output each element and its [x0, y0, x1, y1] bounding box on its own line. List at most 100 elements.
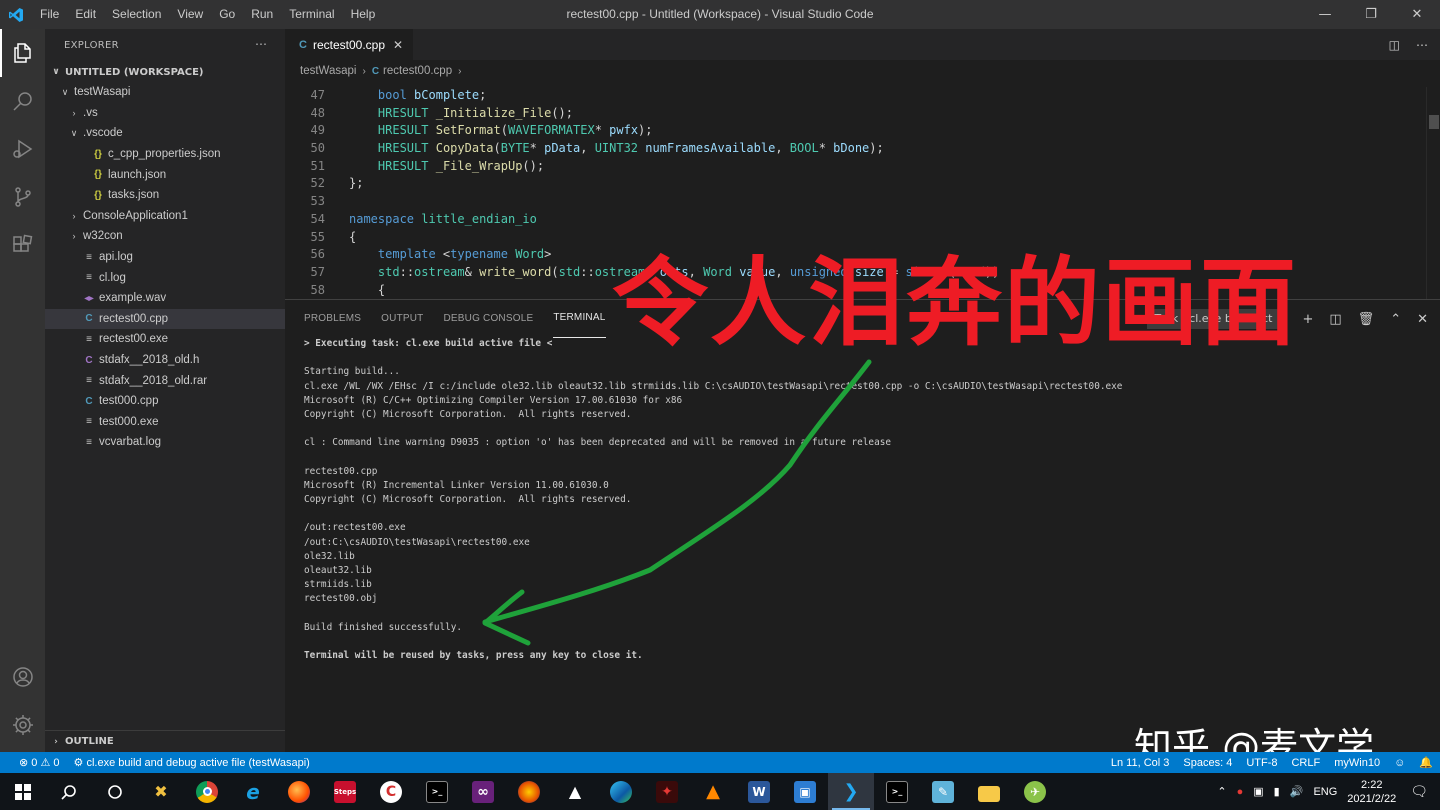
tab-rectest00-cpp[interactable]: C rectest00.cpp ✕	[285, 29, 414, 60]
remote-desktop-icon[interactable]: ▣	[782, 773, 828, 810]
tree-item[interactable]: › .vs	[45, 103, 285, 124]
cursor-position[interactable]: Ln 11, Col 3	[1104, 757, 1177, 769]
tree-item[interactable]: {} launch.json	[45, 164, 285, 185]
tree-item[interactable]: › w32con	[45, 226, 285, 247]
split-terminal-icon[interactable]: ◫	[1329, 312, 1341, 327]
tree-item[interactable]: {} c_cpp_properties.json	[45, 144, 285, 165]
terminal-taskbar-icon[interactable]: >_	[874, 773, 920, 810]
start-button[interactable]	[0, 773, 46, 810]
platform[interactable]: myWin10	[1327, 757, 1387, 769]
restore-button[interactable]: ❐	[1348, 0, 1394, 29]
encoding[interactable]: UTF-8	[1239, 757, 1284, 769]
action-center-icon[interactable]: 🗨	[1410, 783, 1428, 800]
tree-item[interactable]: ◀▶ example.wav	[45, 288, 285, 309]
clock[interactable]: 2:22 2021/2/22	[1347, 778, 1396, 806]
tree-item[interactable]: Cstdafx__2018_old.h	[45, 350, 285, 371]
tree-item[interactable]: ≡ rectest00.exe	[45, 329, 285, 350]
menu-help[interactable]: Help	[343, 0, 384, 29]
app-red-circle-icon[interactable]: C	[368, 773, 414, 810]
notifications-icon[interactable]: 🔔	[1412, 756, 1440, 769]
settings-gear-icon[interactable]	[0, 701, 45, 749]
scrollbar-thumb[interactable]	[1429, 115, 1439, 129]
split-editor-icon[interactable]: ◫	[1389, 38, 1400, 52]
maximize-panel-icon[interactable]: ⌃	[1390, 312, 1401, 327]
menu-go[interactable]: Go	[211, 0, 243, 29]
app-orange-icon[interactable]	[506, 773, 552, 810]
terminal-output[interactable]: > Executing task: cl.exe build active fi…	[304, 337, 1122, 663]
tree-item[interactable]: ≡ vcvarbat.log	[45, 432, 285, 453]
command-prompt-icon[interactable]: >_	[414, 773, 460, 810]
minimize-button[interactable]: —	[1302, 0, 1348, 29]
trash-icon[interactable]: 🗑	[1358, 312, 1375, 327]
source-control-icon[interactable]	[0, 173, 45, 221]
breadcrumb-file[interactable]: rectest00.cpp	[383, 65, 452, 77]
snipping-tool-icon[interactable]: ✖	[138, 773, 184, 810]
taskbar-search-icon[interactable]	[46, 773, 92, 810]
input-language[interactable]: ENG	[1313, 786, 1337, 798]
battery-icon[interactable]: ▮	[1274, 785, 1280, 798]
more-actions-icon[interactable]: ⋯	[255, 37, 267, 51]
menu-terminal[interactable]: Terminal	[281, 0, 342, 29]
tab-output[interactable]: OUTPUT	[381, 300, 423, 338]
volume-icon[interactable]: 🔊	[1290, 785, 1304, 798]
tree-item[interactable]: ≡ test000.exe	[45, 412, 285, 433]
feedback-icon[interactable]: ☺	[1387, 757, 1412, 769]
tree-item[interactable]: Ctest000.cpp	[45, 391, 285, 412]
menu-edit[interactable]: Edit	[67, 0, 104, 29]
extensions-icon[interactable]	[0, 221, 45, 269]
internet-explorer-icon[interactable]: e	[230, 773, 276, 810]
show-hidden-icons[interactable]: ⌃	[1217, 785, 1226, 798]
add-terminal-icon[interactable]: +	[1302, 312, 1313, 327]
file-explorer-icon[interactable]	[966, 773, 1012, 810]
notepad-icon[interactable]: ✎	[920, 773, 966, 810]
outline-section-header[interactable]: › OUTLINE	[45, 730, 285, 752]
accounts-icon[interactable]	[0, 653, 45, 701]
chrome-icon[interactable]	[184, 773, 230, 810]
tree-item[interactable]: ≡ api.log	[45, 247, 285, 268]
eol[interactable]: CRLF	[1284, 757, 1327, 769]
task-status[interactable]: ⚙ cl.exe build and debug active file (te…	[67, 756, 317, 769]
lines-file-icon: ≡	[86, 436, 92, 448]
tree-item[interactable]: ∨ testWasapi	[45, 82, 285, 103]
explorer-icon[interactable]	[0, 29, 45, 77]
close-tab-icon[interactable]: ✕	[393, 38, 403, 52]
vscode-taskbar-icon[interactable]: ❯	[828, 773, 874, 810]
editor-more-icon[interactable]: ⋯	[1416, 38, 1428, 52]
edge-icon[interactable]	[598, 773, 644, 810]
tab-terminal[interactable]: TERMINAL	[553, 300, 606, 338]
tree-item[interactable]: ≡ cl.log	[45, 267, 285, 288]
visual-studio-icon[interactable]: ∞	[460, 773, 506, 810]
tree-item[interactable]: › ConsoleApplication1	[45, 206, 285, 227]
menu-view[interactable]: View	[169, 0, 211, 29]
menu-run[interactable]: Run	[243, 0, 281, 29]
app-dark-red-icon[interactable]: ✦	[644, 773, 690, 810]
search-icon[interactable]	[0, 77, 45, 125]
word-icon[interactable]: W	[736, 773, 782, 810]
display-icon[interactable]: ▣	[1253, 785, 1263, 798]
close-panel-icon[interactable]: ✕	[1417, 312, 1428, 327]
tree-item[interactable]: ∨ .vscode	[45, 123, 285, 144]
app-misc-icon[interactable]: ✈	[1012, 773, 1058, 810]
tray-app-icon[interactable]: ●	[1237, 786, 1244, 798]
inkscape-icon[interactable]: ▲	[552, 773, 598, 810]
indentation[interactable]: Spaces: 4	[1176, 757, 1239, 769]
tab-debug-console[interactable]: DEBUG CONSOLE	[443, 300, 533, 338]
problems-status[interactable]: ⊗ 0 ⚠ 0	[12, 756, 67, 769]
firefox-icon[interactable]	[276, 773, 322, 810]
tab-problems[interactable]: PROBLEMS	[304, 300, 361, 338]
breadcrumb-folder[interactable]: testWasapi	[300, 65, 356, 77]
steps-recorder-icon[interactable]: Steps	[322, 773, 368, 810]
terminal-line: Copyright (C) Microsoft Corporation. All…	[304, 494, 632, 506]
tree-item[interactable]: {} tasks.json	[45, 185, 285, 206]
tree-item[interactable]: ≡ stdafx__2018_old.rar	[45, 370, 285, 391]
task-view-icon[interactable]	[92, 773, 138, 810]
menu-file[interactable]: File	[32, 0, 67, 29]
vlc-icon[interactable]: ▲	[690, 773, 736, 810]
menu-selection[interactable]: Selection	[104, 0, 169, 29]
close-window-button[interactable]: ✕	[1394, 0, 1440, 29]
run-debug-icon[interactable]	[0, 125, 45, 173]
editor-scrollbar[interactable]	[1426, 87, 1440, 299]
tree-item[interactable]: Crectest00.cpp	[45, 308, 285, 330]
workspace-section-header[interactable]: ∨ UNTITLED (WORKSPACE)	[45, 62, 285, 82]
